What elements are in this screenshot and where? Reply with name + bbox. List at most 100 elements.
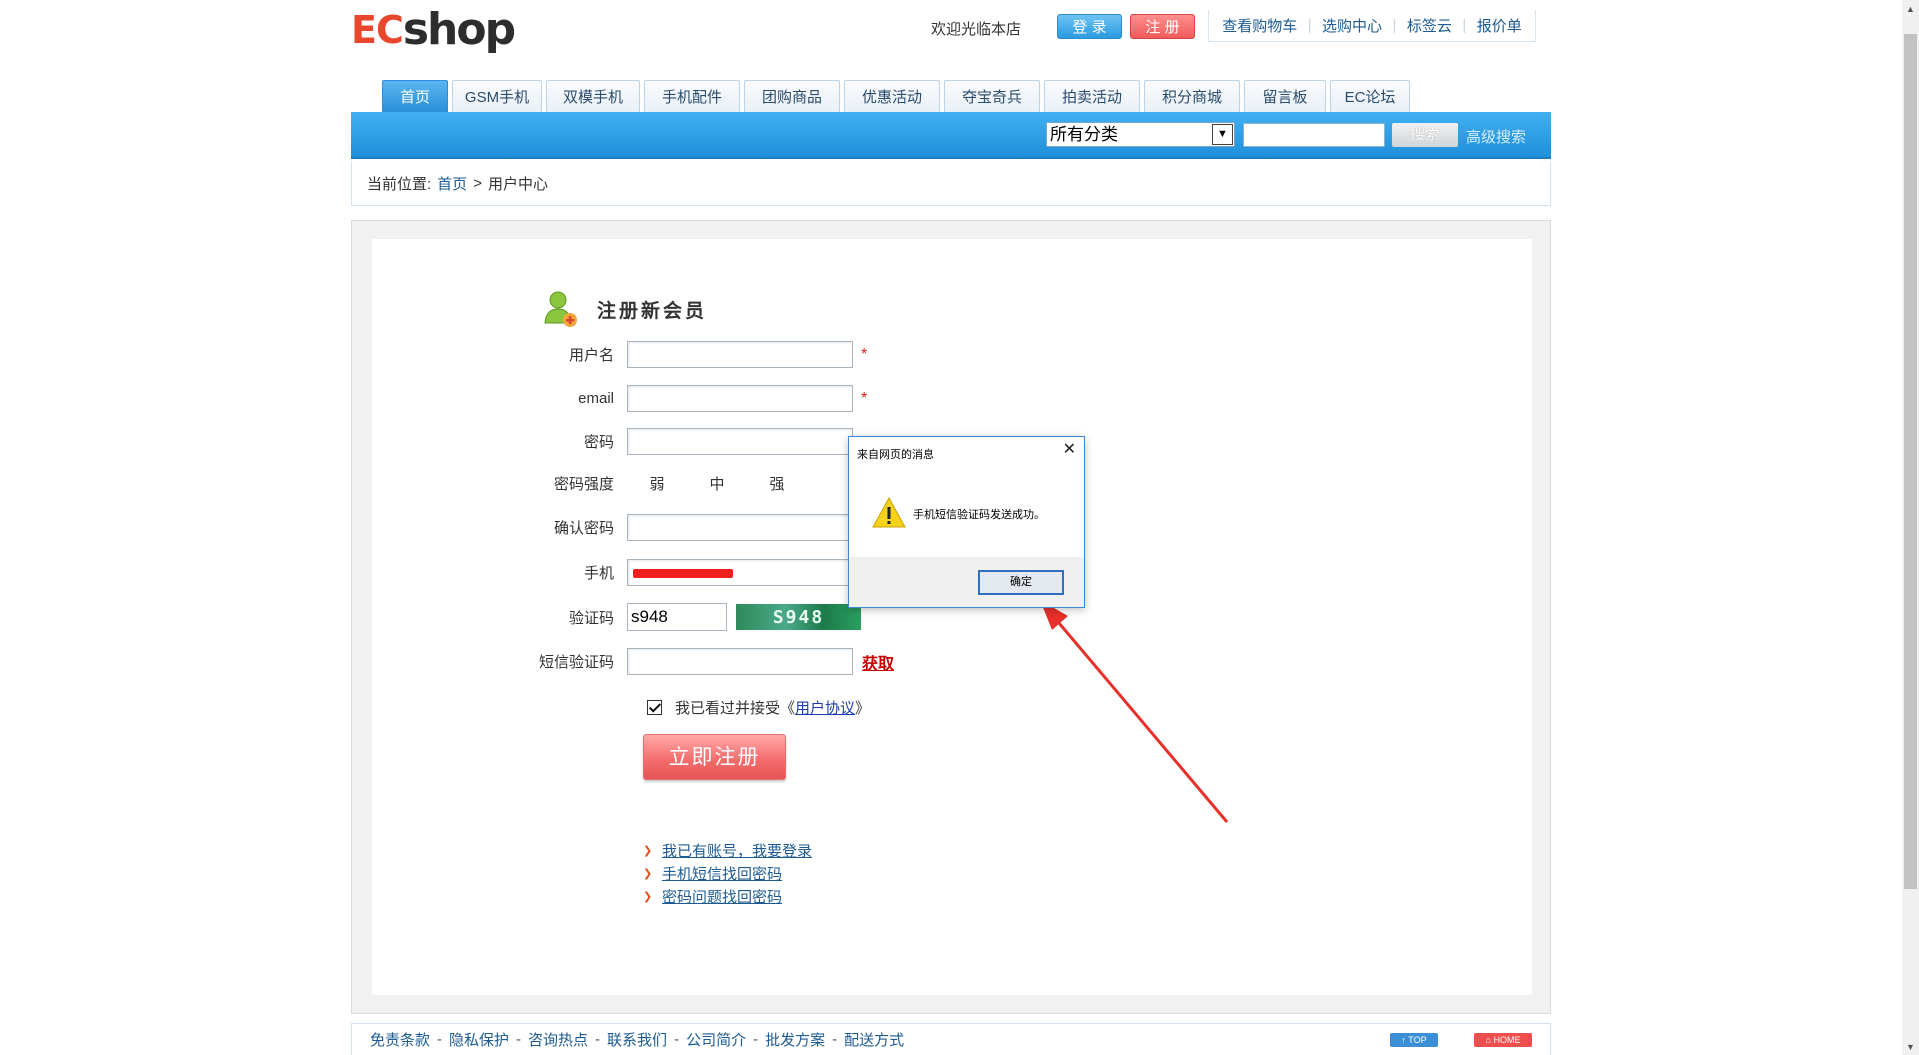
password-input[interactable]: [627, 428, 853, 455]
phone-input[interactable]: [627, 559, 853, 586]
page: EC shop 欢迎光临本店 登 录 注 册 查看购物车 | 选购中心 | 标签…: [0, 0, 1919, 1055]
get-sms-code-link[interactable]: 获取: [862, 650, 894, 674]
footer-link-faq[interactable]: 咨询热点: [528, 1029, 588, 1050]
tag-cloud-link[interactable]: 标签云: [1407, 15, 1452, 36]
divider: -: [516, 1031, 522, 1048]
welcome-text: 欢迎光临本店: [931, 21, 1022, 38]
scroll-up-icon[interactable]: ▲: [1902, 0, 1919, 17]
chevron-down-icon[interactable]: ▼: [1212, 124, 1233, 145]
strength-label: 密码强度: [553, 476, 614, 493]
confirm-password-label: 确认密码: [553, 520, 614, 537]
password-row: 密码: [372, 428, 853, 455]
shopping-center-link[interactable]: 选购中心: [1322, 15, 1382, 36]
agree-prefix: 我已看过并接受《: [675, 700, 796, 717]
add-user-icon: [543, 289, 579, 329]
scroll-down-icon[interactable]: ▼: [1902, 1038, 1919, 1055]
arrow-bullet-icon: ❯: [643, 844, 653, 857]
breadcrumb: 当前位置: 首页 > 用户中心: [351, 161, 1551, 206]
sms-recover-password-link[interactable]: 手机短信找回密码: [662, 863, 782, 884]
captcha-image[interactable]: S948: [736, 604, 861, 630]
sms-code-input[interactable]: [627, 648, 853, 675]
tab-home[interactable]: 首页: [382, 80, 448, 112]
footer-link-delivery[interactable]: 配送方式: [844, 1029, 904, 1050]
footer-link-about[interactable]: 公司简介: [686, 1029, 746, 1050]
email-input[interactable]: [627, 385, 853, 412]
login-button[interactable]: 登 录: [1057, 14, 1122, 39]
tab-dual-mode-phone[interactable]: 双模手机: [546, 80, 640, 112]
tab-phone-accessories[interactable]: 手机配件: [644, 80, 740, 112]
tab-message-board[interactable]: 留言板: [1244, 80, 1326, 112]
ecshop-logo[interactable]: EC shop: [351, 4, 516, 55]
back-to-top-button[interactable]: ↑ TOP: [1390, 1033, 1438, 1047]
register-panel: 注册新会员 用户名 * email * 密码 密码强度 弱 中 强 确认密码 手…: [372, 239, 1532, 995]
password-label: 密码: [583, 434, 614, 451]
advanced-search-link[interactable]: 高级搜索: [1466, 126, 1526, 147]
scroll-thumb[interactable]: [1904, 34, 1917, 889]
list-item: ❯ 手机短信找回密码: [643, 862, 812, 885]
search-bar: 所有分类 ▼ 搜索 高级搜索: [351, 112, 1551, 159]
divider: |: [1307, 17, 1312, 34]
footer-link-privacy[interactable]: 隐私保护: [449, 1029, 509, 1050]
captcha-input[interactable]: s948: [627, 603, 727, 631]
strength-medium: 中: [709, 476, 725, 493]
divider: -: [595, 1031, 601, 1048]
username-label: 用户名: [568, 347, 614, 364]
list-item: ❯ 密码问题找回密码: [643, 885, 812, 908]
register-now-button[interactable]: 立即注册: [643, 734, 786, 780]
logo-shop-text: shop: [402, 4, 516, 55]
home-button[interactable]: ⌂ HOME: [1474, 1033, 1532, 1047]
arrow-bullet-icon: ❯: [643, 867, 653, 880]
dialog-message: 手机短信验证码发送成功。: [913, 509, 1045, 521]
dialog-title: 来自网页的消息: [857, 449, 934, 461]
register-button[interactable]: 注 册: [1130, 14, 1195, 39]
confirm-password-input[interactable]: [627, 514, 853, 541]
register-heading: 注册新会员: [597, 300, 708, 322]
agree-suffix: 》: [855, 700, 871, 717]
email-row: email *: [372, 385, 867, 412]
captcha-row: 验证码 s948 S948: [372, 603, 861, 631]
ok-button[interactable]: 确定: [978, 570, 1064, 595]
logo-ec-text: EC: [351, 8, 404, 52]
agree-checkbox[interactable]: [647, 700, 662, 715]
quote-list-link[interactable]: 报价单: [1477, 15, 1522, 36]
divider: |: [1392, 17, 1397, 34]
footer-link-wholesale[interactable]: 批发方案: [765, 1029, 825, 1050]
main-panel: 注册新会员 用户名 * email * 密码 密码强度 弱 中 强 确认密码 手…: [351, 220, 1551, 1014]
tab-ec-forum[interactable]: EC论坛: [1330, 80, 1410, 112]
keyword-input[interactable]: [1243, 123, 1385, 147]
confirm-password-row: 确认密码: [372, 514, 853, 541]
tab-gsm-phone[interactable]: GSM手机: [452, 80, 542, 112]
strength-weak: 弱: [649, 476, 665, 493]
divider: -: [437, 1031, 443, 1048]
category-selected-value: 所有分类: [1050, 125, 1118, 144]
top-links: 查看购物车 | 选购中心 | 标签云 | 报价单: [1208, 10, 1536, 42]
breadcrumb-home-link[interactable]: 首页: [437, 173, 467, 194]
view-cart-link[interactable]: 查看购物车: [1222, 15, 1297, 36]
breadcrumb-current: 用户中心: [487, 175, 548, 193]
close-icon[interactable]: ✕: [1063, 442, 1076, 458]
account-links: ❯ 我已有账号，我要登录 ❯ 手机短信找回密码 ❯ 密码问题找回密码: [643, 839, 812, 908]
login-link[interactable]: 我已有账号，我要登录: [662, 840, 812, 861]
email-label: email: [578, 390, 614, 407]
footer-link-disclaimer[interactable]: 免责条款: [370, 1029, 430, 1050]
divider: |: [1462, 17, 1467, 34]
register-title: 注册新会员: [543, 289, 707, 329]
redaction-mark: [633, 569, 733, 578]
tab-points-mall[interactable]: 积分商城: [1144, 80, 1240, 112]
tab-auction[interactable]: 拍卖活动: [1044, 80, 1140, 112]
user-agreement-link[interactable]: 用户协议: [795, 697, 855, 718]
username-input[interactable]: [627, 341, 853, 368]
question-recover-password-link[interactable]: 密码问题找回密码: [662, 886, 782, 907]
tab-group-buy[interactable]: 团购商品: [744, 80, 840, 112]
tab-promotions[interactable]: 优惠活动: [844, 80, 940, 112]
sms-code-row: 短信验证码 获取: [372, 648, 894, 675]
vertical-scrollbar[interactable]: ▲ ▼: [1902, 0, 1919, 1055]
footer: 免责条款 - 隐私保护 - 咨询热点 - 联系我们 - 公司简介 - 批发方案 - 配送方式…: [351, 1023, 1551, 1055]
divider: -: [832, 1031, 838, 1048]
list-item: ❯ 我已有账号，我要登录: [643, 839, 812, 862]
category-select[interactable]: 所有分类 ▼: [1046, 122, 1235, 147]
dialog-footer: 确定: [849, 557, 1084, 607]
search-button[interactable]: 搜索: [1392, 123, 1458, 147]
tab-snatch[interactable]: 夺宝奇兵: [944, 80, 1040, 112]
footer-link-contact[interactable]: 联系我们: [607, 1029, 667, 1050]
